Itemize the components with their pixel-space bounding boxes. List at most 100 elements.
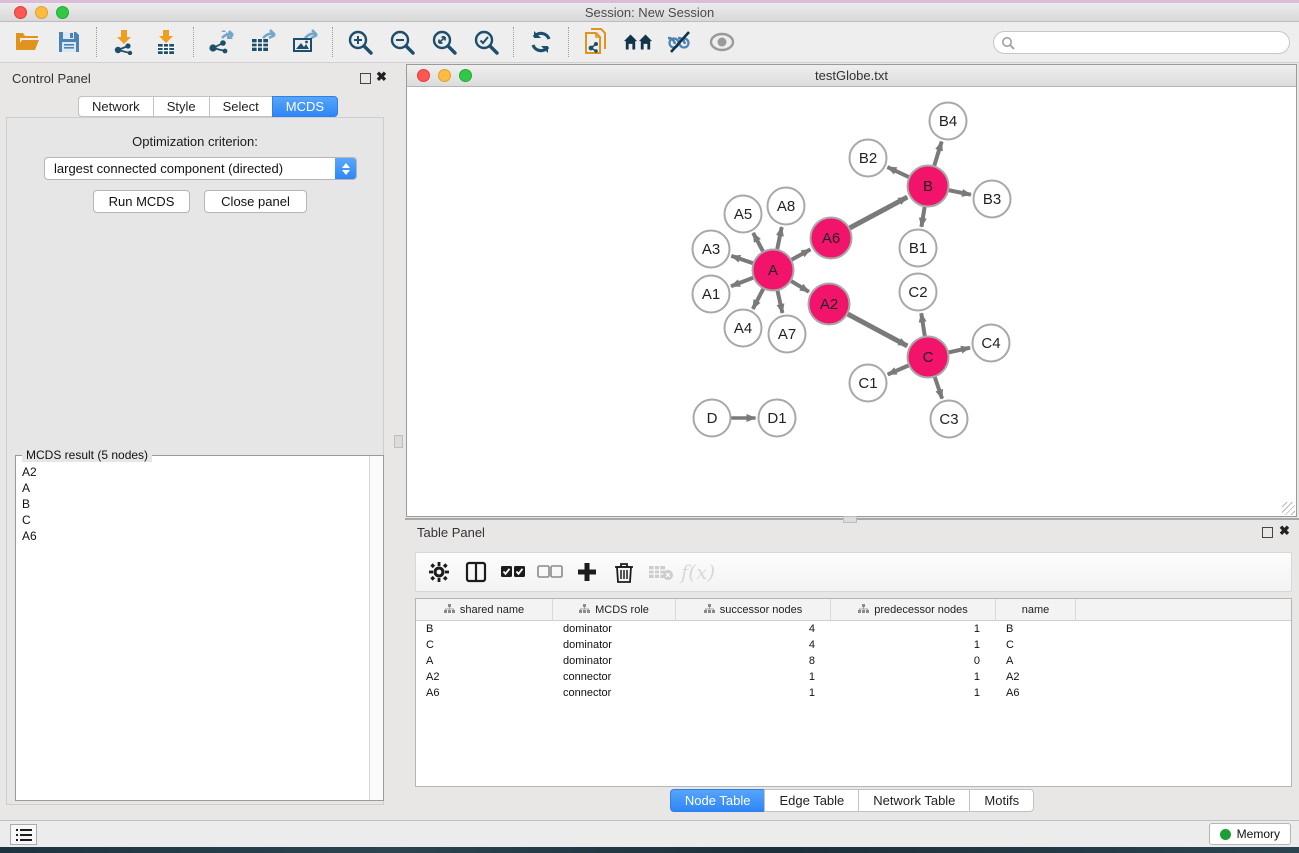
graph-node-A[interactable]: A — [753, 250, 794, 291]
graph-node-D[interactable]: D — [694, 400, 731, 437]
zoom-in-icon[interactable] — [345, 27, 375, 57]
table-row[interactable]: Adominator80A — [416, 653, 1291, 669]
table-cell[interactable]: 8 — [676, 653, 831, 669]
export-image-icon[interactable] — [290, 27, 320, 57]
graph-node-A5[interactable]: A5 — [725, 196, 762, 233]
table-cell[interactable]: 0 — [831, 653, 996, 669]
graph-node-C1[interactable]: C1 — [850, 365, 887, 402]
deselect-all-icon[interactable] — [535, 558, 565, 586]
select-all-icon[interactable] — [498, 558, 528, 586]
table-cell[interactable]: A2 — [996, 669, 1076, 685]
table-row[interactable]: Cdominator41C — [416, 637, 1291, 653]
column-header-name[interactable]: name — [996, 599, 1076, 621]
column-header-predecessor-nodes[interactable]: predecessor nodes — [831, 599, 996, 621]
tab-select[interactable]: Select — [209, 96, 272, 117]
home-layout-icon[interactable] — [623, 27, 653, 57]
table-settings-icon[interactable] — [424, 558, 454, 586]
graph-node-B3[interactable]: B3 — [974, 181, 1011, 218]
table-cell[interactable]: connector — [553, 669, 676, 685]
tab-motifs[interactable]: Motifs — [969, 789, 1034, 812]
table-cell[interactable]: B — [996, 621, 1076, 637]
table-cell[interactable]: connector — [553, 685, 676, 701]
export-network-icon[interactable] — [206, 27, 236, 57]
close-panel-button[interactable]: Close panel — [204, 190, 307, 213]
show-graphics-details-icon[interactable] — [707, 27, 737, 57]
table-close-panel-icon[interactable]: ✖ — [1279, 524, 1290, 538]
tab-network-table[interactable]: Network Table — [858, 789, 969, 812]
table-float-panel-icon[interactable] — [1262, 527, 1273, 538]
table-cell[interactable]: A — [416, 653, 553, 669]
export-table-icon[interactable] — [248, 27, 278, 57]
graph-node-A2[interactable]: A2 — [809, 284, 850, 325]
mcds-result-item[interactable]: C — [22, 512, 369, 528]
graph-node-D1[interactable]: D1 — [759, 400, 796, 437]
zoom-out-icon[interactable] — [387, 27, 417, 57]
graph-node-B[interactable]: B — [908, 166, 949, 207]
clear-table-icon[interactable] — [646, 558, 676, 586]
table-cell[interactable]: C — [416, 637, 553, 653]
table-cell[interactable]: 1 — [676, 685, 831, 701]
close-panel-icon[interactable]: ✖ — [376, 70, 387, 84]
run-mcds-button[interactable]: Run MCDS — [93, 190, 190, 213]
table-cell[interactable]: A6 — [416, 685, 553, 701]
tab-style[interactable]: Style — [153, 96, 209, 117]
table-row[interactable]: A6connector11A6 — [416, 685, 1291, 701]
table-cell[interactable]: 1 — [676, 669, 831, 685]
split-view-icon[interactable] — [461, 558, 491, 586]
graph-node-A8[interactable]: A8 — [768, 188, 805, 225]
clone-network-icon[interactable] — [581, 27, 611, 57]
graph-node-B4[interactable]: B4 — [930, 103, 967, 140]
search-input[interactable] — [1015, 34, 1289, 52]
table-cell[interactable]: A2 — [416, 669, 553, 685]
graph-node-A6[interactable]: A6 — [811, 218, 852, 259]
column-header-successor-nodes[interactable]: successor nodes — [676, 599, 831, 621]
table-cell[interactable]: B — [416, 621, 553, 637]
table-row[interactable]: Bdominator41B — [416, 621, 1291, 637]
table-cell[interactable]: dominator — [553, 653, 676, 669]
apply-function-icon[interactable]: f(x) — [683, 558, 713, 586]
table-cell[interactable]: 4 — [676, 637, 831, 653]
table-cell[interactable]: A6 — [996, 685, 1076, 701]
graph-node-A4[interactable]: A4 — [725, 310, 762, 347]
graph-node-C2[interactable]: C2 — [900, 274, 937, 311]
graph-node-C[interactable]: C — [908, 337, 949, 378]
task-history-button[interactable] — [10, 824, 37, 845]
float-panel-icon[interactable] — [360, 73, 371, 84]
graph-node-B2[interactable]: B2 — [850, 140, 887, 177]
mcds-result-item[interactable]: A6 — [22, 528, 369, 544]
tab-node-table[interactable]: Node Table — [670, 789, 765, 812]
import-network-icon[interactable] — [109, 27, 139, 57]
memory-button[interactable]: Memory — [1209, 823, 1291, 845]
hide-graphics-details-icon[interactable] — [665, 27, 695, 57]
table-cell[interactable]: 1 — [831, 685, 996, 701]
zoom-selected-icon[interactable] — [471, 27, 501, 57]
table-cell[interactable]: 1 — [831, 637, 996, 653]
graph-node-A7[interactable]: A7 — [769, 316, 806, 353]
zoom-fit-icon[interactable] — [429, 27, 459, 57]
delete-row-icon[interactable] — [609, 558, 639, 586]
criterion-dropdown[interactable]: largest connected component (directed) — [44, 157, 357, 180]
import-table-icon[interactable] — [151, 27, 181, 57]
table-cell[interactable]: 4 — [676, 621, 831, 637]
table-row[interactable]: A2connector11A2 — [416, 669, 1291, 685]
column-header-shared-name[interactable]: shared name — [416, 599, 553, 621]
add-row-icon[interactable] — [572, 558, 602, 586]
network-canvas[interactable]: A A1 A2 A3 A4 A5 A6 A7 A8 B B1 B2 B3 B4 C C1 C2 C3 C4 D D1 — [407, 87, 1296, 516]
table-cell[interactable]: A — [996, 653, 1076, 669]
vertical-splitter-handle[interactable] — [394, 435, 403, 448]
graph-node-A1[interactable]: A1 — [693, 276, 730, 313]
graph-node-B1[interactable]: B1 — [900, 230, 937, 267]
result-scrollbar[interactable] — [369, 456, 383, 800]
table-cell[interactable]: 1 — [831, 669, 996, 685]
graph-node-C4[interactable]: C4 — [973, 325, 1010, 362]
table-cell[interactable]: dominator — [553, 621, 676, 637]
graph-node-A3[interactable]: A3 — [693, 231, 730, 268]
table-cell[interactable]: C — [996, 637, 1076, 653]
tab-network[interactable]: Network — [78, 96, 153, 117]
save-session-icon[interactable] — [54, 27, 84, 57]
network-window-titlebar[interactable]: testGlobe.txt — [407, 65, 1296, 87]
graph-node-C3[interactable]: C3 — [931, 401, 968, 438]
window-resize-grip[interactable] — [1282, 502, 1295, 515]
table-cell[interactable]: dominator — [553, 637, 676, 653]
tab-mcds[interactable]: MCDS — [272, 96, 338, 117]
